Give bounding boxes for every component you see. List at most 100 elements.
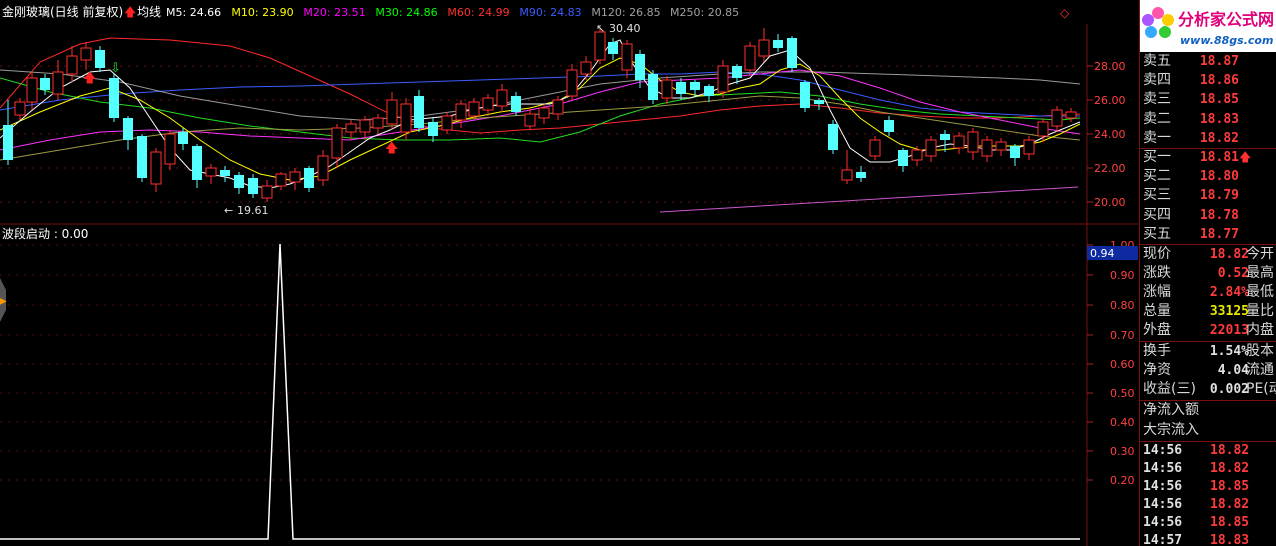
quote-tail: 股本	[1246, 343, 1274, 359]
sell-arrow-icon: ⇩	[110, 61, 121, 76]
quote-label: 净资	[1143, 362, 1171, 378]
ask-row[interactable]: 卖三 18.85	[1140, 90, 1276, 109]
ma-label: 均线	[137, 5, 161, 19]
low-marker-arrow: ←	[224, 204, 233, 217]
quote-row: 净资 4.04 流通	[1140, 361, 1276, 380]
book-label: 卖一	[1143, 129, 1171, 146]
quote-value: 33125	[1209, 304, 1249, 319]
tick-price: 18.85	[1210, 479, 1250, 494]
tick-time: 14:56	[1143, 479, 1183, 494]
tick-row[interactable]: 14:56 18.82	[1140, 460, 1276, 478]
indicator-axis-label: 0.20	[1110, 474, 1135, 487]
ask-row[interactable]: 卖一 18.82	[1140, 129, 1276, 148]
tick-row[interactable]: 14:57 18.83	[1140, 532, 1276, 546]
tick-row[interactable]: 14:56 18.82	[1140, 442, 1276, 460]
site-logo: 分析家公式网 www.88gs.com	[1140, 0, 1276, 52]
diamond-icon[interactable]: ◇	[1060, 6, 1070, 20]
book-price: 18.77	[1199, 226, 1239, 242]
quote-row: 换手 1.54% 股本	[1140, 342, 1276, 361]
candle	[164, 130, 176, 170]
ma-legend: M5: 24.66 M10: 23.90 M20: 23.51 M30: 24.86 M…	[166, 6, 739, 19]
book-price: 18.87	[1199, 54, 1239, 69]
quote-value: 22013	[1209, 323, 1249, 338]
book-label: 卖五	[1143, 53, 1171, 69]
low-marker: 19.61	[237, 204, 269, 217]
book-price: 18.86	[1199, 73, 1239, 89]
candle	[137, 134, 147, 182]
quote-tail: 量比	[1246, 303, 1274, 319]
book-label: 买二	[1143, 168, 1171, 185]
book-label: 买五	[1143, 225, 1171, 242]
tick-price: 18.82	[1210, 443, 1250, 458]
svg-text:分析家公式网: 分析家公式网	[1178, 10, 1274, 29]
tick-row[interactable]: 14:56 18.85	[1140, 514, 1276, 532]
price-axis-label: 20.00	[1094, 196, 1126, 209]
candle	[414, 90, 424, 132]
bid-row[interactable]: 买二 18.80	[1140, 167, 1276, 186]
price-axis-label: 28.00	[1094, 60, 1126, 73]
tick-row[interactable]: 14:56 18.85	[1140, 478, 1276, 496]
indicator-axis-label: 0.70	[1110, 329, 1135, 342]
tick-time: 14:56	[1143, 443, 1183, 458]
ask-row[interactable]: 卖五 18.87	[1140, 52, 1276, 71]
book-label: 买三	[1143, 187, 1171, 204]
candle	[787, 36, 797, 72]
fund-flow-row[interactable]: 大宗流入	[1140, 421, 1276, 440]
quote-label: 收益(三)	[1143, 381, 1196, 397]
ma-legend-item: M30: 24.86	[375, 6, 437, 19]
ask-row[interactable]: 卖二 18.83	[1140, 110, 1276, 129]
book-price: 18.79	[1199, 188, 1239, 204]
quote-label: 换手	[1143, 343, 1171, 359]
tick-row[interactable]: 14:56 18.82	[1140, 496, 1276, 514]
quote-panel: 分析家公式网 www.88gs.com 卖五 18.87 卖四 18.86 卖三 18.8…	[1139, 0, 1276, 546]
candle	[828, 120, 838, 154]
tick-time: 14:57	[1143, 533, 1183, 546]
chevron-right-icon[interactable]: ▶	[0, 296, 7, 307]
bid-row[interactable]: 买四 18.78	[1140, 206, 1276, 225]
svg-text:www.88gs.com: www.88gs.com	[1180, 34, 1273, 47]
chart-area[interactable]: 金刚玻璃(日线 前复权) 🡅 均线 M5: 24.66 M10: 23.90 M20…	[0, 0, 1138, 546]
quote-value: 2.84%	[1209, 285, 1249, 300]
quote-row: 涨跌 0.52 最高	[1140, 264, 1276, 283]
book-price: 18.85	[1199, 92, 1239, 108]
tick-time: 14:56	[1143, 515, 1183, 530]
ma-legend-item: M20: 23.51	[303, 6, 365, 19]
quote-row: 涨幅 2.84% 最低	[1140, 283, 1276, 302]
buy-arrow-icon: 🡅	[83, 71, 96, 86]
indicator-axis-label: 0.50	[1110, 387, 1135, 400]
book-price: 18.82	[1199, 130, 1239, 146]
quote-row: 收益(三) 0.002PE(动)	[1140, 380, 1276, 399]
book-price: 18.83	[1199, 111, 1239, 127]
buy-arrow-icon: 🡅	[385, 141, 398, 156]
ma-legend-item: M60: 24.99	[447, 6, 509, 19]
high-marker: 30.40	[609, 22, 641, 35]
ma-legend-item: M5: 24.66	[166, 6, 221, 19]
quote-label: 涨跌	[1143, 265, 1171, 281]
quote-tail: PE(动)	[1246, 381, 1276, 397]
bid-row[interactable]: 买三 18.79	[1140, 186, 1276, 205]
tick-price: 18.82	[1210, 497, 1250, 512]
price-axis-label: 22.00	[1094, 162, 1126, 175]
indicator-axis-label: 0.40	[1110, 416, 1135, 429]
stock-name: 金刚玻璃(日线 前复权)	[2, 4, 123, 19]
up-arrow-icon: 🡅	[124, 5, 136, 19]
bid-row[interactable]: 买五 18.77	[1140, 225, 1276, 244]
ma-legend-item: M250: 20.85	[670, 6, 739, 19]
ask-row[interactable]: 卖四 18.86	[1140, 71, 1276, 90]
ma-legend-item: M90: 24.83	[519, 6, 581, 19]
quote-label: 外盘	[1143, 322, 1171, 338]
price-axis-label: 26.00	[1094, 94, 1126, 107]
quote-row: 外盘 22013 内盘	[1140, 321, 1276, 340]
quote-tail: 今开	[1246, 246, 1274, 262]
book-label: 卖三	[1143, 91, 1171, 108]
quote-value: 1.54%	[1209, 344, 1249, 359]
tick-price: 18.83	[1210, 533, 1250, 546]
quote-label: 总量	[1143, 303, 1171, 319]
bid-row[interactable]: 买一 18.81 🡅	[1140, 148, 1276, 167]
fund-flow-row[interactable]: 净流入额	[1140, 401, 1276, 420]
indicator-axis-label: 0.60	[1110, 358, 1135, 371]
candle	[800, 80, 810, 112]
quote-label: 涨幅	[1143, 284, 1171, 300]
book-price: 18.81	[1199, 150, 1239, 165]
quote-value: 0.52	[1217, 266, 1249, 281]
